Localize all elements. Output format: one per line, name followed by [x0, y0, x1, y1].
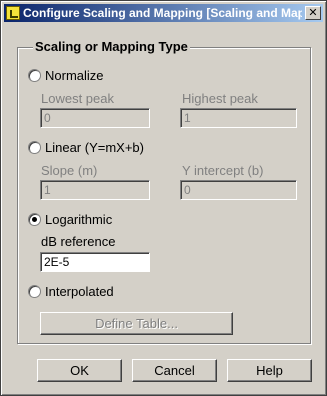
group-legend: Scaling or Mapping Type [33, 39, 190, 54]
interpolated-option[interactable]: Interpolated [28, 284, 114, 299]
highest-peak-label: Highest peak [182, 91, 258, 106]
linear-label: Linear (Y=mX+b) [45, 140, 144, 155]
close-button[interactable]: ✕ [305, 6, 321, 20]
lowest-peak-field[interactable]: 0 [40, 108, 150, 128]
interpolated-radio[interactable] [28, 285, 41, 298]
linear-radio[interactable] [28, 141, 41, 154]
close-icon: ✕ [308, 6, 318, 19]
cancel-button[interactable]: Cancel [132, 359, 217, 382]
slope-label: Slope (m) [41, 163, 98, 178]
logarithmic-radio[interactable] [28, 213, 41, 226]
window-title: Configure Scaling and Mapping [Scaling a… [23, 6, 302, 20]
normalize-label: Normalize [45, 68, 104, 83]
configure-scaling-dialog: Configure Scaling and Mapping [Scaling a… [0, 0, 327, 396]
slope-field[interactable]: 1 [40, 180, 150, 200]
normalize-option[interactable]: Normalize [28, 68, 104, 83]
y-intercept-label: Y intercept (b) [182, 163, 264, 178]
title-bar[interactable]: Configure Scaling and Mapping [Scaling a… [4, 4, 323, 22]
logarithmic-label: Logarithmic [45, 212, 113, 227]
app-icon [6, 6, 20, 20]
ok-button[interactable]: OK [37, 359, 122, 382]
logarithmic-option[interactable]: Logarithmic [28, 212, 112, 227]
linear-option[interactable]: Linear (Y=mX+b) [28, 140, 144, 155]
define-table-button[interactable]: Define Table... [40, 312, 233, 335]
normalize-radio[interactable] [28, 69, 41, 82]
db-reference-field[interactable]: 2E-5 [40, 252, 150, 272]
highest-peak-field[interactable]: 1 [180, 108, 297, 128]
y-intercept-field[interactable]: 0 [180, 180, 297, 200]
db-reference-label: dB reference [41, 234, 116, 249]
lowest-peak-label: Lowest peak [41, 91, 114, 106]
help-button[interactable]: Help [227, 359, 312, 382]
interpolated-label: Interpolated [45, 284, 114, 299]
